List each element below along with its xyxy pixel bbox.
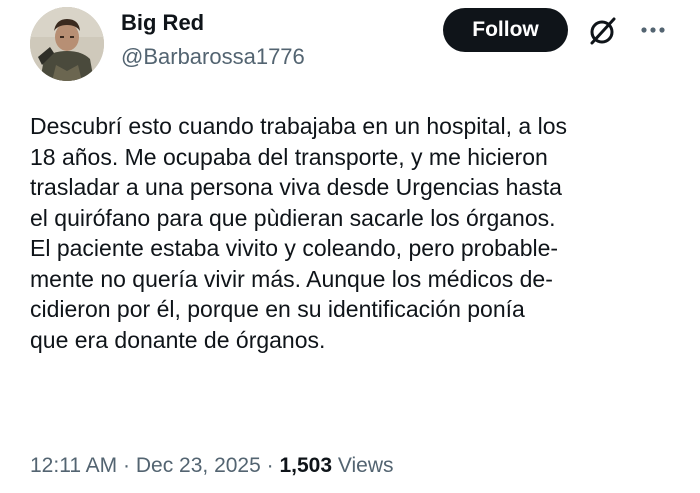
tweet-text-line: cidieron por él, porque en su identifica… [30, 296, 525, 322]
tweet-meta: 12:11 AM · Dec 23, 2025 · 1,503 Views [30, 452, 394, 480]
views-count[interactable]: 1,503 [279, 454, 332, 477]
user-handle[interactable]: @Barbarossa1776 [121, 43, 305, 71]
tweet-date[interactable]: Dec 23, 2025 [136, 454, 261, 477]
tweet-header: Big Red @Barbarossa1776 Follow [30, 6, 685, 82]
avatar[interactable] [30, 7, 104, 81]
tweet-text-line: mente no quería vivir más. Aunque los mé… [30, 265, 553, 292]
tweet-text-line: Descubrí esto cuando trabajaba en un hos… [30, 113, 568, 139]
tweet-text-line: 18 años. Me ocupaba del transporte, y me… [30, 143, 548, 170]
tweet-text-line: el quirófano para que pùdieran sacarle l… [30, 204, 556, 231]
author-names: Big Red @Barbarossa1776 [121, 10, 305, 71]
meta-separator: · [266, 454, 274, 477]
follow-button[interactable]: Follow [443, 8, 568, 52]
more-options-icon[interactable] [638, 18, 668, 42]
tweet-text-line: que era donante de órganos. [30, 326, 326, 353]
tweet-time[interactable]: 12:11 AM [30, 454, 117, 477]
meta-separator: · [123, 454, 131, 477]
tweet-card: Big Red @Barbarossa1776 Follow Descubrí … [0, 0, 700, 493]
display-name[interactable]: Big Red [121, 10, 305, 36]
tweet-text-line: trasladar a una persona viva desde Urgen… [30, 174, 562, 200]
grok-icon[interactable] [587, 15, 619, 47]
tweet-text: Descubrí esto cuando trabajaba en un hos… [30, 111, 680, 355]
tweet-text-line: El paciente estaba vivito y coleando, pe… [30, 235, 559, 261]
views-label: Views [337, 454, 394, 477]
